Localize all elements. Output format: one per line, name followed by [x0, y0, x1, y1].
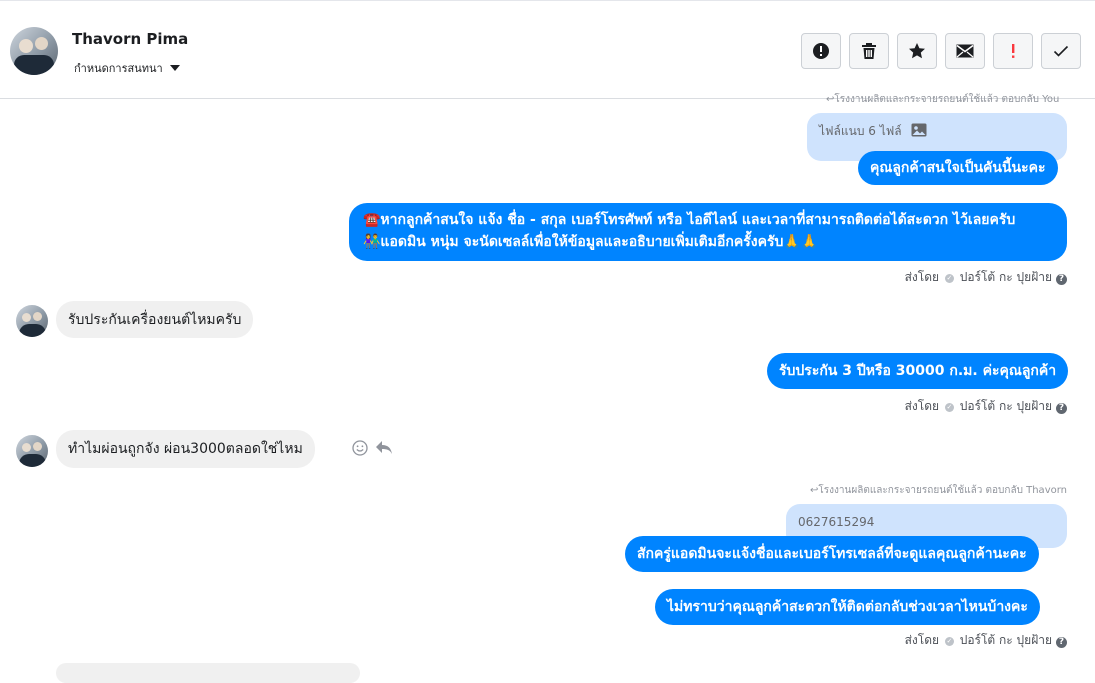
- sent-by-info: ส่งโดย ✓ ปอร์โต้ กะ ปุยฝ้าย?: [905, 631, 1067, 650]
- conversation-settings-dropdown[interactable]: กำหนดการสนทนา: [74, 59, 180, 77]
- outgoing-message[interactable]: ☎️หากลูกค้าสนใจ แจ้ง ชื่อ - สกุล เบอร์โท…: [349, 203, 1067, 261]
- image-icon: [911, 123, 927, 137]
- reply-note: ↩โรงงานผลิตและกระจายรถยนต์ใช้แล้ว ตอบกลั…: [826, 94, 1060, 105]
- incoming-message-partial: [56, 663, 360, 683]
- reply-icon[interactable]: [375, 440, 393, 456]
- conversation-settings-label: กำหนดการสนทนา: [74, 62, 163, 75]
- outgoing-message[interactable]: รับประกัน 3 ปีหรือ 30000 ก.ม. ค่ะคุณลูกค…: [767, 353, 1069, 389]
- check-circle-icon: ✓: [944, 637, 954, 646]
- contact-avatar[interactable]: [16, 305, 48, 337]
- spam-button[interactable]: [993, 33, 1033, 69]
- check-circle-icon: ✓: [944, 274, 954, 283]
- help-icon[interactable]: ?: [1056, 637, 1067, 648]
- smiley-icon[interactable]: [352, 440, 368, 456]
- info-button[interactable]: [801, 33, 841, 69]
- star-icon: [909, 43, 925, 59]
- star-button[interactable]: [897, 33, 937, 69]
- outgoing-message[interactable]: ไม่ทราบว่าคุณลูกค้าสะดวกให้ติดต่อกลับช่ว…: [655, 589, 1040, 625]
- contact-avatar[interactable]: [10, 27, 58, 75]
- help-icon[interactable]: ?: [1056, 403, 1067, 414]
- mark-done-button[interactable]: [1041, 33, 1081, 69]
- envelope-icon: [956, 44, 974, 58]
- attachment-label: ไฟล์แนบ 6 ไฟล์: [819, 124, 902, 138]
- outgoing-message[interactable]: คุณลูกค้าสนใจเป็นคันนี้นะคะ: [858, 151, 1058, 185]
- mark-unread-button[interactable]: [945, 33, 985, 69]
- conversation-header: Thavorn Pima กำหนดการสนทนา: [0, 3, 1095, 99]
- check-icon: [1053, 45, 1069, 57]
- contact-avatar[interactable]: [16, 435, 48, 467]
- help-icon[interactable]: ?: [1056, 274, 1067, 285]
- reply-note: ↩โรงงานผลิตและกระจายรถยนต์ใช้แล้ว ตอบกลั…: [810, 485, 1067, 496]
- trash-icon: [862, 43, 876, 59]
- sent-by-info: ส่งโดย ✓ ปอร์โต้ กะ ปุยฝ้าย?: [905, 268, 1067, 287]
- contact-name[interactable]: Thavorn Pima: [72, 30, 188, 48]
- caret-down-icon: [169, 65, 180, 71]
- sent-by-info: ส่งโดย ✓ ปอร์โต้ กะ ปุยฝ้าย?: [905, 397, 1067, 416]
- message-line: 👫แอดมิน หนุ่ม จะนัดเซลล์เพื่อให้ข้อมูลแล…: [363, 234, 819, 250]
- incoming-message[interactable]: รับประกันเครื่องยนต์ไหมครับ: [56, 301, 254, 338]
- exclaim-icon: [1012, 44, 1015, 58]
- delete-button[interactable]: [849, 33, 889, 69]
- incoming-message[interactable]: ทำไมผ่อนถูกจัง ผ่อน3000ตลอดใช่ไหม: [56, 430, 315, 468]
- outgoing-message[interactable]: สักครู่แอดมินจะแจ้งชื่อและเบอร์โทรเซลล์ท…: [625, 536, 1039, 572]
- check-circle-icon: ✓: [944, 403, 954, 412]
- info-icon: [813, 43, 829, 59]
- message-line: ☎️หากลูกค้าสนใจ แจ้ง ชื่อ - สกุล เบอร์โท…: [363, 212, 1016, 228]
